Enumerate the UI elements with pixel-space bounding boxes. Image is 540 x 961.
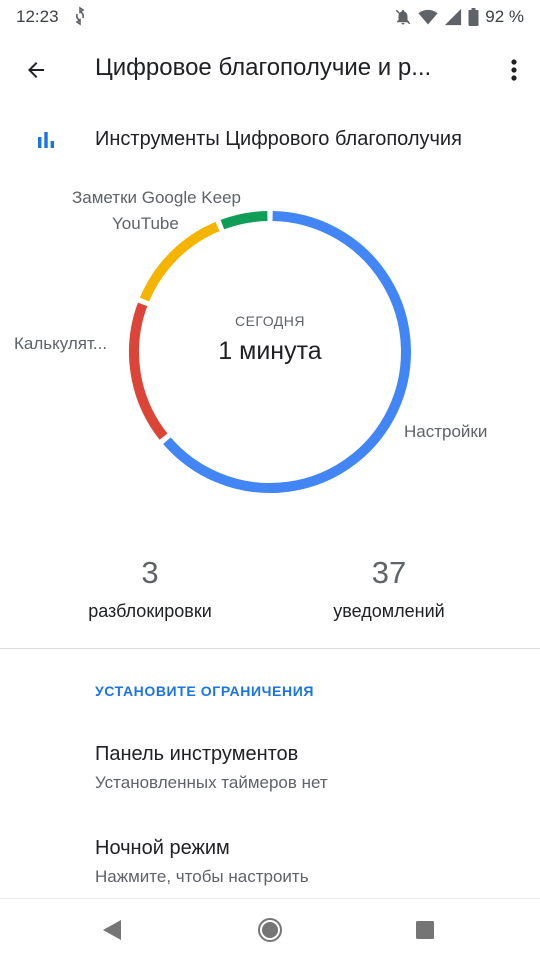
chart-slice-calculator[interactable] <box>129 302 168 440</box>
wind-down-title: Ночной режим <box>95 837 230 859</box>
nav-back-button[interactable] <box>97 915 127 945</box>
wifi-icon <box>418 8 438 26</box>
more-options-button[interactable] <box>502 52 526 88</box>
chart-slice-google-keep[interactable] <box>220 211 268 230</box>
unlocks-stat[interactable]: 3 разблокировки <box>40 555 260 622</box>
bar-chart-icon <box>36 130 56 155</box>
back-button[interactable] <box>18 52 54 88</box>
nav-home-icon <box>258 918 282 942</box>
navigation-bar <box>0 898 540 961</box>
notifications-off-icon <box>394 8 412 26</box>
notifications-label: уведомлений <box>333 601 445 621</box>
chart-label-google-keep: Заметки Google Keep <box>72 188 241 207</box>
notifications-stat[interactable]: 37 уведомлений <box>279 555 499 622</box>
status-bar: 12:23 92 % <box>0 0 540 34</box>
chart-center-caption: СЕГОДНЯ <box>234 313 306 329</box>
divider <box>0 648 540 649</box>
app-bar: Цифровое благополучие и р... <box>0 34 540 104</box>
dashboard-subtitle: Установленных таймеров нет <box>95 773 328 792</box>
chart-label-calculator: Калькулят... <box>14 334 108 353</box>
unlocks-count: 3 <box>141 555 159 590</box>
notifications-count: 37 <box>371 555 407 590</box>
nav-back-icon <box>103 920 121 940</box>
stats-row: 3 разблокировки 37 уведомлений <box>0 555 540 635</box>
chart-slice-youtube[interactable] <box>139 221 220 302</box>
signal-icon <box>444 8 462 26</box>
chart-label-youtube: YouTube <box>112 214 179 233</box>
page-title: Цифровое благополучие и р... <box>95 54 432 81</box>
nav-home-button[interactable] <box>255 915 285 945</box>
digital-wellbeing-tools-link[interactable]: Инструменты Цифрового благополучия <box>0 116 540 164</box>
section-header-limits: УСТАНОВИТЕ ОГРАНИЧЕНИЯ <box>95 683 315 699</box>
dashboard-title: Панель инструментов <box>95 743 299 765</box>
usage-chart[interactable]: Настройки Калькулят... YouTube Заметки G… <box>0 172 540 512</box>
status-time: 12:23 <box>16 7 59 26</box>
sync-icon <box>74 6 86 31</box>
nav-recents-icon <box>416 921 434 939</box>
dashboard-item[interactable]: Панель инструментов Установленных таймер… <box>0 743 540 823</box>
status-icons: 92 % <box>394 7 524 27</box>
battery-percent: 92 % <box>485 7 524 26</box>
chart-label-settings: Настройки <box>404 422 488 441</box>
battery-icon <box>468 8 479 26</box>
more-vert-icon <box>511 59 517 81</box>
arrow-back-icon <box>28 62 44 78</box>
chart-center-value: 1 минута <box>218 337 322 365</box>
wind-down-subtitle: Нажмите, чтобы настроить <box>95 867 309 886</box>
tools-label: Инструменты Цифрового благополучия <box>95 128 462 150</box>
nav-recents-button[interactable] <box>410 915 440 945</box>
unlocks-label: разблокировки <box>88 601 212 621</box>
